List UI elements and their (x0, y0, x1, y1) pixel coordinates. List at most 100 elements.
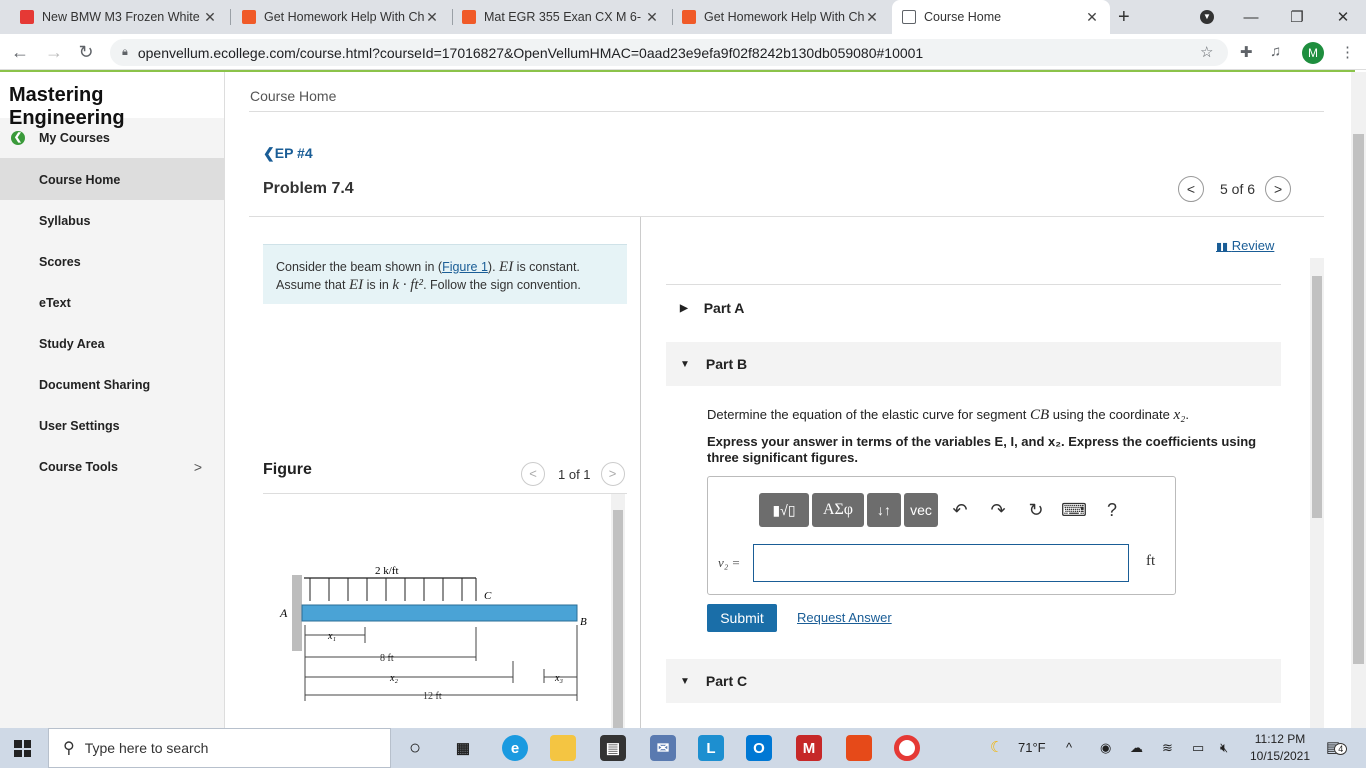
show-hidden-icons-chevron[interactable]: ^ (1066, 740, 1072, 755)
greek-symbols-button[interactable]: ΑΣφ (812, 493, 864, 527)
scrollbar-thumb[interactable] (1353, 134, 1364, 664)
browser-tab[interactable]: Get Homework Help With Ch ✕ (672, 0, 890, 34)
figure-scrollbar[interactable] (611, 494, 625, 728)
store-icon[interactable]: ▤ (600, 735, 626, 761)
triangle-down-icon: ▼ (680, 358, 690, 370)
browser-tab[interactable]: Mat EGR 355 Exan CX M 6- = ✕ (452, 0, 670, 34)
mail-icon[interactable]: ✉ (650, 735, 676, 761)
minimize-button[interactable]: — (1228, 0, 1274, 34)
lync-icon[interactable]: L (698, 735, 724, 761)
point-b-label: B (580, 616, 587, 628)
window-scrollbar[interactable] (1351, 72, 1366, 728)
wifi-icon[interactable]: ≋ (1162, 740, 1173, 756)
close-tab-icon[interactable]: ✕ (864, 9, 880, 26)
close-tab-icon[interactable]: ✕ (202, 9, 218, 26)
back-arrow-icon[interactable]: ← (8, 40, 32, 64)
reload-icon[interactable]: ↻ (74, 40, 98, 64)
submit-button[interactable]: Submit (707, 604, 777, 632)
help-button[interactable]: ? (1093, 493, 1131, 527)
volume-muted-icon[interactable]: 🔇︎ (1220, 740, 1228, 756)
sidebar-item-scores[interactable]: Scores (0, 241, 224, 282)
new-tab-button[interactable]: + (1118, 6, 1130, 29)
close-window-button[interactable]: ✕ (1320, 0, 1366, 34)
close-tab-icon[interactable]: ✕ (644, 9, 660, 26)
cortana-icon[interactable]: ○ (402, 735, 428, 761)
sidebar-item-document-sharing[interactable]: Document Sharing (0, 364, 224, 405)
taskbar-search-input[interactable]: ⚲ Type here to search (48, 728, 391, 768)
meet-now-icon[interactable]: ◉ (1100, 740, 1111, 756)
subscript-button[interactable]: ↓↑ (867, 493, 901, 527)
sidebar-item-my-courses[interactable]: ❮ My Courses (0, 118, 224, 159)
profile-avatar[interactable]: M (1302, 42, 1324, 64)
variable-label: v₂ = (718, 555, 741, 570)
browser-tab[interactable]: New BMW M3 Frozen White ✕ (10, 0, 228, 34)
previous-problem-button[interactable]: < (1178, 176, 1204, 202)
browser-tab-active[interactable]: Course Home ✕ (892, 0, 1110, 34)
intro-text: ). (487, 260, 500, 274)
clock-time: 11:12 PM (1254, 732, 1306, 746)
menu-icon[interactable]: ⋮ (1340, 43, 1355, 61)
chrome-icon[interactable] (894, 735, 920, 761)
request-answer-link[interactable]: Request Answer (797, 610, 892, 625)
mcafee-icon[interactable]: M (796, 735, 822, 761)
notification-icon[interactable]: ▤4 (1326, 738, 1348, 756)
outlook-icon[interactable]: O (746, 735, 772, 761)
back-to-assignment-link[interactable]: ❮EP #4 (263, 145, 313, 162)
next-figure-button[interactable]: > (600, 462, 625, 486)
sidebar-item-study-area[interactable]: Study Area (0, 323, 224, 364)
keyboard-icon[interactable]: ⌨ (1055, 493, 1093, 527)
part-a-header[interactable]: ▶ Part A (666, 286, 1281, 330)
sidebar-item-label: Study Area (39, 336, 105, 351)
templates-button[interactable]: ▮√▯ (759, 493, 809, 527)
close-tab-icon[interactable]: ✕ (424, 9, 440, 26)
media-control-icon[interactable]: ♫ (1270, 43, 1281, 60)
sidebar-item-user-settings[interactable]: User Settings (0, 405, 224, 446)
sidebar-item-course-tools[interactable]: Course Tools > (0, 446, 224, 487)
vector-button[interactable]: vec (904, 493, 938, 527)
content-scrollbar[interactable] (1310, 258, 1324, 728)
edge-icon[interactable]: e (502, 735, 528, 761)
browser-tab-strip: New BMW M3 Frozen White ✕ Get Homework H… (0, 0, 1366, 34)
tab-search-icon[interactable]: ▼ (1184, 0, 1230, 34)
problem-intro: Consider the beam shown in (Figure 1). E… (263, 244, 627, 304)
intro-text: is in (363, 278, 393, 292)
review-link[interactable]: ▮▮ Review (1216, 238, 1274, 253)
battery-icon[interactable]: ▭ (1192, 740, 1204, 756)
redo-icon[interactable]: ↷ (979, 493, 1017, 527)
weather-temp[interactable]: 71°F (1018, 740, 1046, 755)
file-explorer-icon[interactable] (550, 735, 576, 761)
undo-icon[interactable]: ↶ (941, 493, 979, 527)
math-toolbar: ▮√▯ ΑΣφ ↓↑ vec ↶ ↷ ↻ ⌨ ? (759, 493, 1131, 527)
question-part: . (1185, 407, 1189, 422)
close-tab-icon[interactable]: ✕ (1084, 9, 1100, 26)
scrollbar-thumb[interactable] (613, 510, 623, 728)
answer-input[interactable] (753, 544, 1129, 582)
sidebar-item-course-home[interactable]: Course Home (0, 159, 224, 200)
onedrive-icon[interactable]: ☁ (1130, 740, 1143, 756)
taskbar-clock[interactable]: 11:12 PM 10/15/2021 (1244, 731, 1316, 765)
sidebar-item-label: Document Sharing (39, 377, 151, 392)
8ft-label: 8 ft (380, 653, 394, 664)
sidebar-item-syllabus[interactable]: Syllabus (0, 200, 224, 241)
figure-link[interactable]: Figure 1 (442, 260, 488, 274)
sidebar-item-etext[interactable]: eText (0, 282, 224, 323)
sidebar-item-label: User Settings (39, 418, 120, 433)
bookmark-star-icon[interactable]: ☆ (1200, 43, 1213, 61)
forward-arrow-icon[interactable]: → (42, 40, 66, 64)
office-icon[interactable] (846, 735, 872, 761)
browser-tab[interactable]: Get Homework Help With Ch ✕ (232, 0, 450, 34)
reset-icon[interactable]: ↻ (1017, 493, 1055, 527)
part-b-header[interactable]: ▼ Part B (666, 342, 1281, 386)
address-bar[interactable]: 🔒︎ openvellum.ecollege.com/course.html?c… (110, 39, 1228, 66)
tab-separator (230, 9, 231, 25)
next-problem-button[interactable]: > (1265, 176, 1292, 202)
windows-start-icon[interactable] (14, 740, 31, 757)
scrollbar-thumb[interactable] (1312, 276, 1322, 518)
task-view-icon[interactable]: ▦ (450, 735, 476, 761)
part-c-header[interactable]: ▼ Part C (666, 659, 1281, 703)
course-sidebar: Mastering Engineering ❮ My Courses Cours… (0, 72, 225, 728)
extensions-icon[interactable]: ✚ (1240, 43, 1253, 61)
restore-button[interactable]: ❐ (1274, 0, 1320, 34)
previous-figure-button[interactable]: < (521, 462, 545, 486)
chegg-icon (462, 10, 476, 24)
